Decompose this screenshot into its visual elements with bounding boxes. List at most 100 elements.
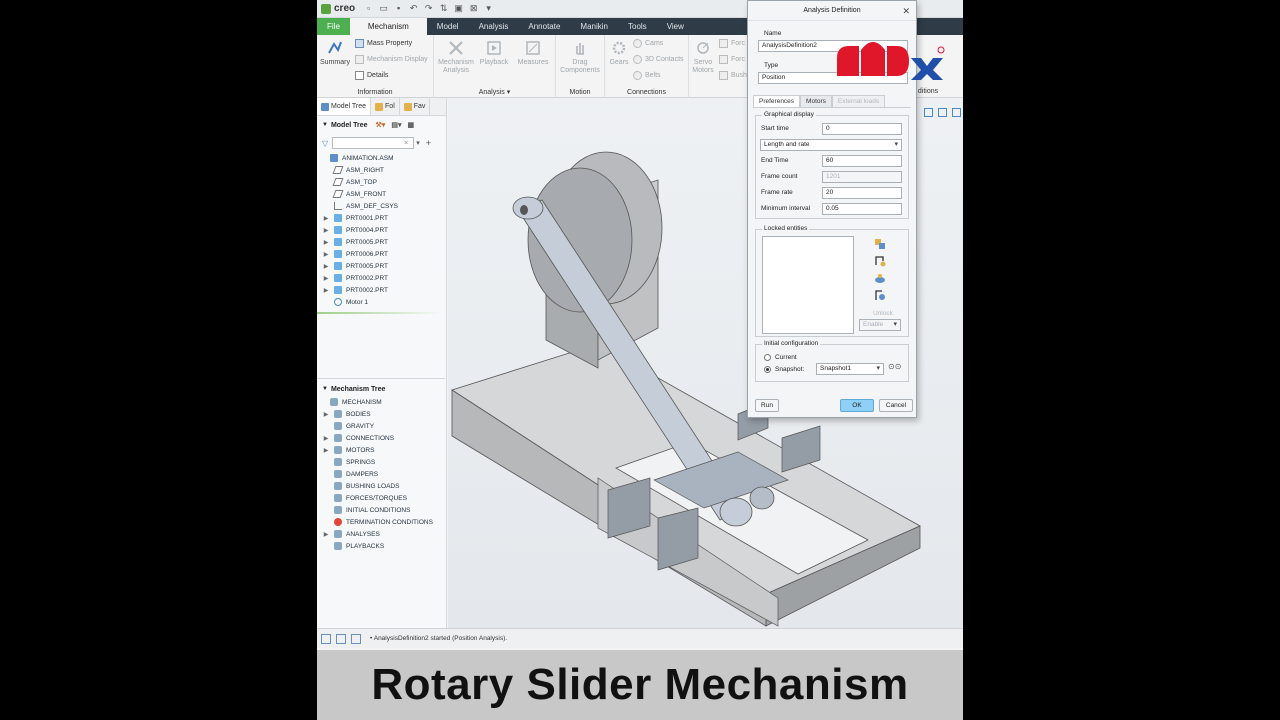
mechanism-tree-item[interactable]: INITIAL CONDITIONS: [317, 504, 433, 516]
gears-button[interactable]: Gears: [607, 39, 631, 67]
cancel-button[interactable]: Cancel: [879, 399, 913, 412]
model-tree-item[interactable]: ▶ PRT0002.PRT: [317, 272, 446, 284]
tab-manikin[interactable]: Manikin: [570, 18, 618, 35]
expand-arrow-icon[interactable]: ▶: [322, 531, 330, 538]
ok-button[interactable]: OK: [840, 399, 874, 412]
expand-arrow-icon[interactable]: ▶: [322, 263, 330, 270]
summary-button[interactable]: Summary: [319, 39, 351, 67]
close-icon[interactable]: ✕: [902, 1, 910, 21]
tab-motors[interactable]: Motors: [800, 95, 832, 107]
expand-arrow-icon[interactable]: ▶: [322, 411, 330, 418]
tree-settings-icon[interactable]: ⚒▾: [376, 121, 386, 129]
tab-view[interactable]: View: [657, 18, 694, 35]
expand-arrow-icon[interactable]: ▶: [322, 215, 330, 222]
model-tree-item[interactable]: ASM_DEF_CSYS: [317, 200, 446, 212]
servo-motors-button[interactable]: Servo Motors: [689, 39, 717, 75]
tab-folder-browser[interactable]: Fol: [371, 98, 400, 115]
tree-filter-settings-icon[interactable]: ▦: [407, 121, 414, 129]
mechanism-analysis-button[interactable]: Mechanism Analysis: [436, 39, 476, 75]
undo-icon[interactable]: ↶: [408, 3, 419, 14]
customize-icon[interactable]: ▾: [483, 3, 494, 14]
mechanism-tree-item[interactable]: PLAYBACKS: [317, 540, 433, 552]
mechanism-tree-item[interactable]: BUSHING LOADS: [317, 480, 433, 492]
model-tree-item[interactable]: ASM_FRONT: [317, 188, 446, 200]
tab-external-loads[interactable]: External loads: [831, 95, 886, 107]
navigator-toggle-icon[interactable]: [321, 633, 331, 644]
tab-model[interactable]: Model: [427, 18, 469, 35]
details-button[interactable]: Details: [355, 71, 388, 80]
snapshot-select[interactable]: Snapshot1: [816, 363, 884, 375]
tab-tools[interactable]: Tools: [618, 18, 657, 35]
timing-mode-select[interactable]: Length and rate: [760, 139, 902, 151]
close-window-icon[interactable]: ⊠: [468, 3, 479, 14]
run-button[interactable]: Run: [755, 399, 779, 412]
minimum-interval-field[interactable]: 0.05: [822, 203, 902, 215]
saved-views-icon[interactable]: [952, 108, 961, 117]
model-tree-item[interactable]: ▶ PRT0004.PRT: [317, 224, 446, 236]
force-motors-button[interactable]: Forc: [719, 39, 745, 48]
model-tree-item[interactable]: ▶ PRT0001.PRT: [317, 212, 446, 224]
model-tree-item[interactable]: ▶ PRT0005.PRT: [317, 260, 446, 272]
sketch-view-icon[interactable]: [924, 108, 933, 117]
clear-search-icon[interactable]: ×: [404, 140, 408, 147]
expand-arrow-icon[interactable]: ▶: [322, 287, 330, 294]
expand-arrow-icon[interactable]: ▶: [322, 227, 330, 234]
display-style-icon[interactable]: [938, 108, 947, 117]
lock-motor-icon[interactable]: [874, 289, 886, 301]
mechanism-tree-item[interactable]: TERMINATION CONDITIONS: [317, 516, 433, 528]
redo-icon[interactable]: ↷: [423, 3, 434, 14]
lock-point-icon[interactable]: [874, 272, 886, 284]
expand-arrow-icon[interactable]: ▶: [322, 435, 330, 442]
tab-model-tree[interactable]: Model Tree: [317, 98, 372, 115]
mechanism-tree-item[interactable]: SPRINGS: [317, 456, 433, 468]
tab-favorites[interactable]: Fav: [400, 98, 431, 115]
lock-body-icon[interactable]: [874, 238, 886, 250]
model-tree-item[interactable]: ASM_TOP: [317, 176, 446, 188]
3d-contacts-button[interactable]: 3D Contacts: [633, 55, 684, 64]
view-snapshot-glasses-icon[interactable]: ⊙⊙: [888, 362, 901, 371]
tree-search-input[interactable]: [332, 137, 415, 149]
snapshot-radio[interactable]: [764, 366, 771, 373]
mechanism-tree-item[interactable]: ▶ BODIES: [317, 408, 433, 420]
drag-components-button[interactable]: Drag Components: [558, 39, 602, 75]
measures-button[interactable]: Measures: [514, 39, 552, 67]
bushing-button[interactable]: Bush: [719, 71, 747, 80]
end-time-field[interactable]: 60: [822, 155, 902, 167]
current-radio[interactable]: [764, 354, 771, 361]
model-tree-item[interactable]: ▶ PRT0002.PRT: [317, 284, 446, 296]
model-tree-item[interactable]: ASM_RIGHT: [317, 164, 446, 176]
dialog-title[interactable]: Analysis Definition ✕: [748, 1, 916, 21]
expand-arrow-icon[interactable]: ▶: [322, 447, 330, 454]
expand-arrow-icon[interactable]: ▶: [322, 251, 330, 258]
forces-button[interactable]: Forc: [719, 55, 745, 64]
tab-mechanism[interactable]: Mechanism: [349, 18, 427, 35]
mechanism-tree-item[interactable]: FORCES/TORQUES: [317, 492, 433, 504]
regenerate-icon[interactable]: ⇅: [438, 3, 449, 14]
mechanism-tree-item[interactable]: GRAVITY: [317, 420, 433, 432]
add-filter-icon[interactable]: +: [426, 138, 431, 148]
mechanism-tree-item[interactable]: MECHANISM: [317, 396, 433, 408]
browser-toggle-icon[interactable]: [336, 633, 346, 644]
expand-arrow-icon[interactable]: ▶: [322, 239, 330, 246]
tab-file[interactable]: File: [317, 18, 350, 35]
expand-arrow-icon[interactable]: ▶: [322, 275, 330, 282]
filter-icon[interactable]: ▽: [322, 139, 328, 148]
mechanism-tree-item[interactable]: ▶ MOTORS: [317, 444, 433, 456]
tab-preferences[interactable]: Preferences: [753, 95, 801, 107]
model-tree-item[interactable]: Motor 1: [317, 296, 446, 308]
model-tree-item[interactable]: ANIMATION.ASM: [317, 152, 446, 164]
tree-columns-icon[interactable]: ▤▾: [391, 121, 401, 129]
mechanism-display-button[interactable]: Mechanism Display: [355, 55, 428, 64]
save-icon[interactable]: ▪: [393, 3, 404, 14]
mechanism-tree-item[interactable]: ▶ ANALYSES: [317, 528, 433, 540]
collapse-icon[interactable]: ▼: [322, 122, 328, 128]
model-tree-item[interactable]: ▶ PRT0006.PRT: [317, 248, 446, 260]
open-icon[interactable]: ▭: [378, 3, 389, 14]
frame-rate-field[interactable]: 20: [822, 187, 902, 199]
playback-button[interactable]: Playback: [476, 39, 512, 67]
tab-annotate[interactable]: Annotate: [518, 18, 570, 35]
enable-select[interactable]: Enable: [859, 319, 901, 331]
new-icon[interactable]: ▫: [363, 3, 374, 14]
full-screen-icon[interactable]: [351, 633, 361, 644]
model-tree-item[interactable]: ▶ PRT0005.PRT: [317, 236, 446, 248]
